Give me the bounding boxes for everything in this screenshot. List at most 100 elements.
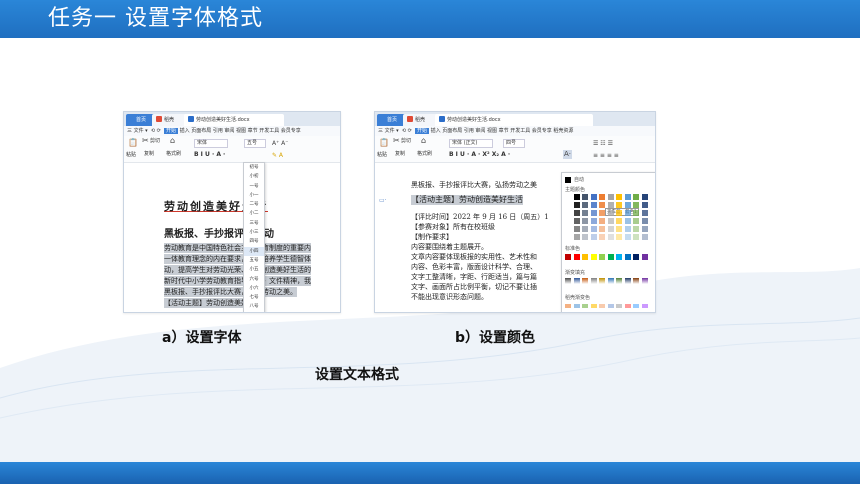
- theme-color-swatch[interactable]: [641, 194, 648, 200]
- theme-color-swatch[interactable]: [573, 210, 580, 216]
- theme-color-swatch[interactable]: [573, 202, 580, 208]
- theme-color-swatch[interactable]: [607, 234, 614, 240]
- font-size-option[interactable]: 小五: [244, 265, 264, 274]
- theme-color-swatch[interactable]: [633, 194, 639, 200]
- gradient-fill-swatch[interactable]: [590, 278, 597, 284]
- font-size-grow-icon[interactable]: A⁺ A⁻: [272, 139, 288, 148]
- menu-file[interactable]: 三 文件 ▾: [127, 128, 148, 134]
- gradient-fill-swatch[interactable]: [624, 278, 631, 284]
- theme-color-swatch[interactable]: [607, 202, 614, 208]
- align-icons[interactable]: ≡ ≡ ≡ ≡: [593, 151, 619, 160]
- theme-color-swatch[interactable]: [641, 218, 648, 224]
- font-size-option[interactable]: 五号: [244, 256, 264, 265]
- menu-other-tabs[interactable]: 插入 页面布局 引用 审阅 视图 章节 开发工具 会员专享 稻壳资源: [431, 128, 574, 134]
- theme-color-swatch[interactable]: [582, 210, 588, 216]
- standard-color-swatch[interactable]: [582, 254, 588, 260]
- copy-label[interactable]: 复制: [144, 151, 154, 158]
- menu-start[interactable]: 开始: [164, 128, 179, 134]
- theme-color-swatch[interactable]: [616, 202, 622, 208]
- daoke-gradient-swatch[interactable]: [607, 304, 614, 308]
- bold-italic-underline-buttons[interactable]: B I U · A · X² X₂ A ·: [449, 151, 510, 158]
- undo-redo-icons[interactable]: ⟲ ⟳: [149, 128, 162, 134]
- theme-color-swatch[interactable]: [641, 202, 648, 208]
- gradient-fill-swatch[interactable]: [641, 278, 648, 284]
- font-size-option[interactable]: 小初: [244, 172, 264, 181]
- theme-color-swatch[interactable]: [582, 234, 588, 240]
- theme-color-swatch[interactable]: [624, 234, 631, 240]
- font-size-option[interactable]: 小一: [244, 191, 264, 200]
- theme-color-swatch[interactable]: [641, 210, 648, 216]
- theme-color-swatch[interactable]: [633, 218, 639, 224]
- list-icons[interactable]: ☰ ☷ ☰: [593, 139, 613, 148]
- theme-color-swatch[interactable]: [599, 218, 605, 224]
- theme-color-swatch[interactable]: [582, 194, 588, 200]
- auto-color-label[interactable]: 自动: [574, 176, 584, 183]
- theme-color-swatch[interactable]: [582, 218, 588, 224]
- theme-color-swatch[interactable]: [582, 202, 588, 208]
- theme-color-swatch[interactable]: [624, 202, 631, 208]
- theme-color-swatch[interactable]: [616, 194, 622, 200]
- theme-color-swatch[interactable]: [565, 218, 571, 224]
- auto-color-swatch[interactable]: [565, 177, 571, 183]
- gradient-fill-swatch[interactable]: [599, 278, 605, 284]
- theme-color-swatch[interactable]: [599, 210, 605, 216]
- theme-color-swatch[interactable]: [582, 226, 588, 232]
- theme-color-swatch[interactable]: [565, 202, 571, 208]
- cut-icon[interactable]: ✂: [142, 136, 149, 145]
- theme-color-swatch[interactable]: [573, 218, 580, 224]
- theme-color-swatch[interactable]: [599, 194, 605, 200]
- standard-color-swatch[interactable]: [624, 254, 631, 260]
- theme-color-swatch[interactable]: [624, 226, 631, 232]
- daoke-gradient-swatch[interactable]: [573, 304, 580, 308]
- standard-color-swatch[interactable]: [641, 254, 648, 260]
- undo-redo-icons[interactable]: ⟲ ⟳: [400, 128, 413, 134]
- standard-color-swatch[interactable]: [633, 254, 639, 260]
- daoke-gradient-swatch[interactable]: [633, 304, 639, 308]
- paste-icon[interactable]: 📋: [379, 138, 389, 147]
- font-size-option[interactable]: 四号: [244, 237, 264, 246]
- theme-color-swatch[interactable]: [641, 226, 648, 232]
- standard-color-swatch[interactable]: [565, 254, 571, 260]
- tab-document[interactable]: 劳动创造美好生活.docx: [435, 114, 593, 126]
- daoke-gradient-swatch[interactable]: [624, 304, 631, 308]
- standard-color-swatch[interactable]: [607, 254, 614, 260]
- font-size-select[interactable]: 五号: [244, 139, 266, 148]
- theme-color-swatch[interactable]: [607, 226, 614, 232]
- theme-color-swatch[interactable]: [607, 210, 614, 216]
- daoke-gradient-swatch[interactable]: [599, 304, 605, 308]
- highlight-icon[interactable]: ✎ A: [272, 151, 283, 160]
- standard-color-swatch[interactable]: [599, 254, 605, 260]
- theme-color-swatch[interactable]: [599, 234, 605, 240]
- daoke-gradient-swatch[interactable]: [582, 304, 588, 308]
- theme-color-swatch[interactable]: [616, 234, 622, 240]
- font-size-option[interactable]: 七号: [244, 293, 264, 302]
- copy-label[interactable]: 复制: [395, 151, 405, 158]
- font-size-option[interactable]: 小二: [244, 209, 264, 218]
- standard-color-swatch[interactable]: [616, 254, 622, 260]
- paragraph-handle-icon[interactable]: ▭·: [379, 196, 387, 205]
- theme-color-swatch[interactable]: [573, 194, 580, 200]
- standard-color-swatch[interactable]: [573, 254, 580, 260]
- theme-color-swatch[interactable]: [599, 226, 605, 232]
- menu-file[interactable]: 三 文件 ▾: [378, 128, 399, 134]
- daoke-gradient-swatch[interactable]: [590, 304, 597, 308]
- theme-color-swatch[interactable]: [573, 234, 580, 240]
- font-color-icon[interactable]: A·: [563, 150, 573, 159]
- font-size-option[interactable]: 二号: [244, 200, 264, 209]
- theme-color-swatch[interactable]: [624, 210, 631, 216]
- font-name-select[interactable]: 宋体 (正文): [449, 139, 493, 148]
- daoke-gradient-swatch[interactable]: [565, 304, 571, 308]
- font-size-option-selected[interactable]: 小四: [244, 246, 264, 256]
- theme-color-swatch[interactable]: [607, 194, 614, 200]
- theme-color-swatch[interactable]: [616, 218, 622, 224]
- theme-color-swatch[interactable]: [565, 226, 571, 232]
- theme-color-swatch[interactable]: [590, 234, 597, 240]
- theme-color-swatch[interactable]: [590, 194, 597, 200]
- theme-color-swatch[interactable]: [633, 202, 639, 208]
- daoke-gradient-swatch[interactable]: [641, 304, 648, 308]
- bold-italic-underline-buttons[interactable]: B I U · A ·: [194, 151, 225, 158]
- tab-daoke[interactable]: 稻壳: [403, 114, 439, 126]
- format-painter-icon[interactable]: ⌂: [421, 136, 426, 145]
- theme-color-swatch[interactable]: [590, 226, 597, 232]
- theme-color-swatch[interactable]: [616, 210, 622, 216]
